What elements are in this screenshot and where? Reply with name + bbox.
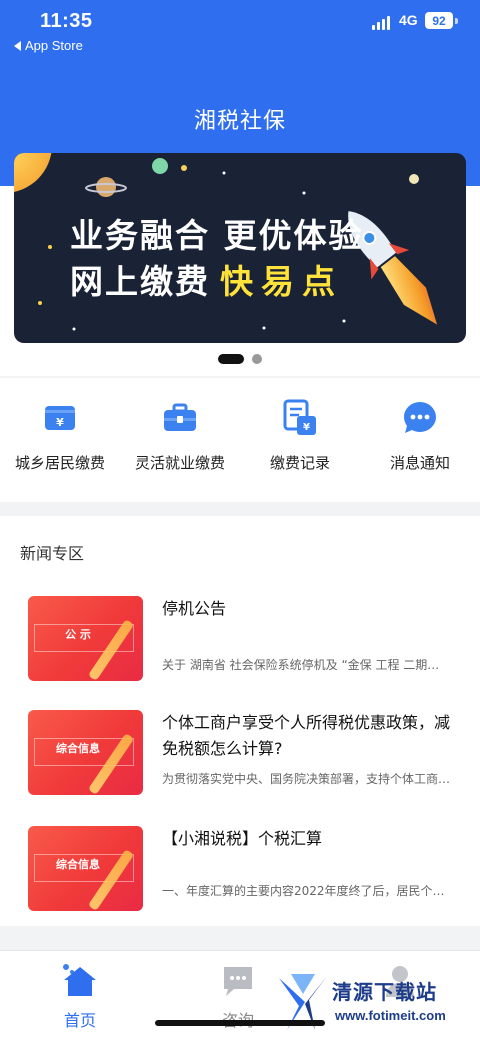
banner-headline-1: 业务融合 更优体验: [70, 216, 364, 255]
quick-action-label: 缴费记录: [269, 454, 330, 472]
status-time: 11:35: [40, 10, 93, 32]
small-planet-icon: [152, 158, 168, 174]
saturn-icon: [85, 177, 127, 197]
promo-banner[interactable]: 业务融合 更优体验 网上缴费 快易点: [14, 153, 466, 343]
battery-icon: 92: [425, 12, 453, 29]
pagination-dot-active[interactable]: [218, 354, 244, 364]
back-arrow-icon: [14, 40, 21, 51]
news-thumbnail: 公 示: [28, 596, 143, 681]
back-store-label: App Store: [25, 38, 83, 53]
briefcase-icon: [160, 398, 200, 438]
pagination-dot[interactable]: [252, 354, 262, 364]
home-indicator[interactable]: [155, 1020, 325, 1026]
svg-text:¥: ¥: [303, 422, 310, 433]
news-summary: 为贯彻落实党中央、国务院决策部署，支持个体工商…: [162, 772, 451, 786]
record-document-icon: ¥: [280, 398, 320, 438]
quick-action-notifications[interactable]: 消息通知: [360, 378, 480, 502]
news-thumbnail: 综合信息: [28, 710, 143, 795]
battery-tip: [455, 18, 458, 24]
news-summary: 一、年度汇算的主要内容2022年度终了后，居民个…: [162, 884, 445, 898]
tab-home[interactable]: 首页: [30, 963, 130, 1031]
banner-pagination: [0, 354, 480, 364]
yuan-card-icon: ¥: [40, 398, 80, 438]
news-item[interactable]: 综合信息 个体工商户享受个人所得税优惠政策，减免税额怎么计算? 为贯彻落实党中央…: [0, 710, 480, 820]
news-title: 停机公告: [162, 599, 227, 618]
news-summary: 关于 湖南省 社会保险系统停机及 “金保 工程 二期…: [162, 658, 440, 672]
back-to-app-store[interactable]: App Store: [14, 38, 83, 53]
news-thumbnail: 综合信息: [28, 826, 143, 911]
quick-action-label: 消息通知: [389, 454, 450, 472]
sun-planet-icon: [14, 153, 52, 192]
battery-level: 92: [432, 13, 446, 28]
quick-action-label: 城乡居民缴费: [14, 454, 105, 472]
network-type: 4G: [399, 12, 418, 28]
app-screen: 11:35 App Store 4G 92 湘税社保 业务融合 更优体验 网上缴…: [0, 0, 480, 1038]
status-bar: 11:35 App Store 4G 92: [0, 10, 480, 60]
banner-headline-2-prefix: 网上缴费: [70, 262, 210, 301]
banner-headline-2: 网上缴费 快易点: [70, 255, 343, 303]
tab-label: 首页: [63, 1011, 96, 1030]
news-title: 个体工商户享受个人所得税优惠政策，减免税额怎么计算?: [162, 713, 451, 758]
home-icon: [63, 964, 96, 996]
quick-action-payment-records[interactable]: ¥ 缴费记录: [240, 378, 360, 502]
news-title: 【小湘说税】个税汇算: [162, 829, 323, 848]
svg-text:¥: ¥: [56, 416, 64, 429]
watermark-url: www.fotimeit.com: [335, 1008, 446, 1023]
tab-label: 咨询: [222, 1007, 254, 1031]
quick-actions: ¥ 城乡居民缴费 灵活就业缴费 ¥ 缴费记录 消息通知: [0, 378, 480, 502]
news-item[interactable]: 公 示 停机公告 关于 湖南省 社会保险系统停机及 “金保 工程 二期…: [0, 596, 480, 706]
news-item[interactable]: 综合信息 【小湘说税】个税汇算 一、年度汇算的主要内容2022年度终了后，居民个…: [0, 826, 480, 936]
chat-icon: [224, 967, 252, 996]
news-section-title: 新闻专区: [20, 544, 85, 563]
page-title: 湘税社保: [193, 109, 286, 134]
news-section: 新闻专区 公 示 停机公告 关于 湖南省 社会保险系统停机及 “金保 工程 二期…: [0, 516, 480, 926]
chat-bubble-icon: [400, 398, 440, 438]
banner-highlight: 快易点: [220, 262, 343, 301]
watermark-text: 清源下载站: [332, 980, 437, 1004]
quick-action-resident-payment[interactable]: ¥ 城乡居民缴费: [0, 378, 120, 502]
quick-action-flexible-payment[interactable]: 灵活就业缴费: [120, 378, 240, 502]
quick-action-label: 灵活就业缴费: [134, 454, 225, 472]
signal-icon: [372, 16, 390, 30]
